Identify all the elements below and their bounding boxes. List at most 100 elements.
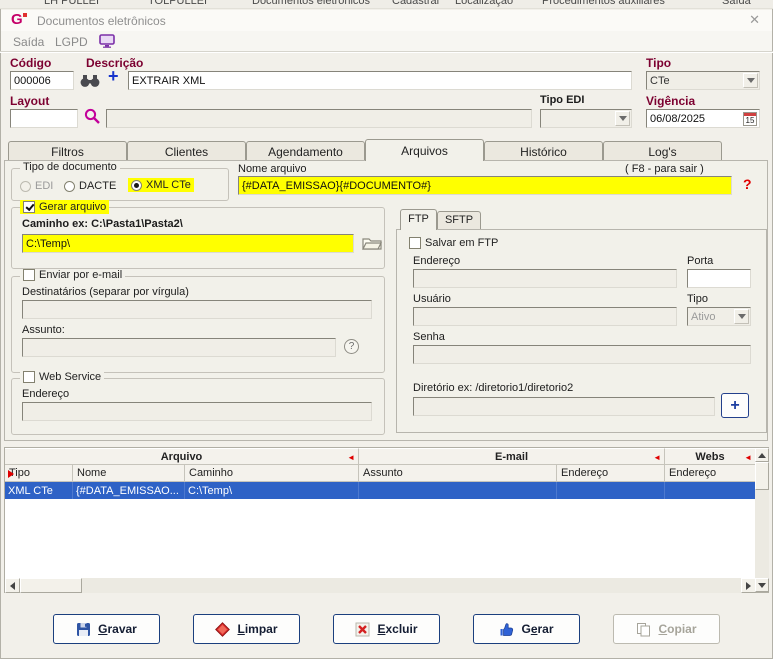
chevron-down-icon	[734, 309, 749, 324]
ftp-add-button[interactable]: +	[721, 393, 749, 418]
ftp-usuario-input[interactable]	[413, 307, 677, 326]
chevron-down-icon	[743, 73, 758, 88]
column-header-endereco-email[interactable]: Endereço	[557, 465, 665, 482]
destinatarios-label: Destinatários (separar por vírgula)	[22, 286, 189, 298]
scroll-left-icon[interactable]	[5, 578, 20, 593]
scrollbar-thumb[interactable]	[755, 462, 769, 490]
tipo-edi-select[interactable]	[540, 109, 632, 128]
column-header-nome[interactable]: Nome	[73, 465, 185, 482]
grid-group-webs[interactable]: Webs ◄	[665, 448, 756, 465]
webservice-groupbox: Web Service Endereço	[11, 371, 385, 435]
layout-description-field	[106, 109, 532, 128]
vertical-scrollbar[interactable]	[755, 448, 769, 592]
radio-edi[interactable]: EDI	[20, 180, 53, 192]
scroll-right-icon[interactable]	[741, 578, 756, 593]
layout-input[interactable]	[10, 109, 78, 128]
codigo-input[interactable]: 000006	[10, 71, 74, 90]
caminho-label: Caminho ex: C:\Pasta1\Pasta2\	[22, 218, 183, 230]
grid-group-arquivo[interactable]: Arquivo ◄	[5, 448, 359, 465]
monitor-icon[interactable]	[99, 34, 115, 48]
assunto-label: Assunto:	[22, 324, 65, 336]
grid-group-header-row: Arquivo ◄ E-mail ◄ Webs ◄	[5, 448, 768, 465]
chevron-down-icon	[615, 111, 630, 126]
email-groupbox: Enviar por e-mail Destinatários (separar…	[11, 269, 385, 373]
tab-filtros[interactable]: Filtros	[8, 141, 127, 160]
radio-xml-cte[interactable]: XML CTe	[128, 178, 194, 192]
question-help-icon[interactable]: ?	[344, 339, 359, 354]
ftp-porta-label: Porta	[687, 255, 714, 267]
table-row[interactable]: XML CTe {#DATA_EMISSAO... C:\Temp\	[5, 482, 768, 499]
tipo-label: Tipo	[646, 56, 672, 70]
ftp-porta-input[interactable]	[687, 269, 751, 288]
email-checkbox[interactable]: Enviar por e-mail	[20, 269, 126, 281]
scrollbar-track[interactable]	[755, 490, 769, 578]
tab-historico[interactable]: Histórico	[484, 141, 603, 160]
grid-group-email[interactable]: E-mail ◄	[359, 448, 665, 465]
checkbox-icon	[23, 201, 35, 213]
gravar-button[interactable]: Gravar	[53, 614, 160, 644]
add-record-button[interactable]: +	[108, 66, 119, 87]
radio-xml-cte-label: XML CTe	[146, 179, 191, 191]
layout-label: Layout	[10, 94, 50, 108]
radio-dacte[interactable]: DACTE	[64, 180, 116, 192]
gerar-button[interactable]: Gerar	[473, 614, 580, 644]
close-icon[interactable]: ✕	[749, 12, 760, 28]
scroll-down-icon[interactable]	[755, 578, 769, 592]
magnifier-search-icon[interactable]	[84, 108, 101, 125]
menu-bar: Saída LGPD	[1, 31, 772, 51]
column-header-endereco-web[interactable]: Endereço	[665, 465, 756, 482]
tipo-edi-label: Tipo EDI	[540, 94, 585, 106]
tab-ftp[interactable]: FTP	[400, 209, 437, 230]
ws-endereco-input[interactable]	[22, 402, 372, 421]
binoculars-search-icon[interactable]	[80, 74, 100, 88]
tipo-documento-legend: Tipo de documento	[20, 161, 120, 173]
scroll-up-icon[interactable]	[755, 448, 769, 462]
nome-arquivo-input[interactable]: {#DATA_EMISSAO}{#DOCUMENTO#}	[238, 176, 732, 195]
ftp-endereco-label: Endereço	[413, 255, 461, 267]
descricao-input[interactable]: EXTRAIR XML	[128, 71, 632, 90]
ftp-endereco-input[interactable]	[413, 269, 677, 288]
tab-logs[interactable]: Log's	[603, 141, 722, 160]
ftp-tipo-select[interactable]: Ativo	[687, 307, 751, 326]
row-indicator-icon	[8, 470, 14, 478]
cell-caminho: C:\Temp\	[185, 482, 359, 499]
ftp-senha-label: Senha	[413, 331, 445, 343]
destinatarios-input[interactable]	[22, 300, 372, 319]
column-header-tipo[interactable]: Tipo	[5, 465, 73, 482]
tipo-select[interactable]: CTe	[646, 71, 760, 90]
ftp-senha-input[interactable]	[413, 345, 751, 364]
ftp-diretorio-input[interactable]	[413, 397, 715, 416]
limpar-button[interactable]: Limpar	[193, 614, 300, 644]
webservice-checkbox[interactable]: Web Service	[20, 371, 105, 383]
copy-icon	[636, 622, 651, 637]
cell-endereco-web	[665, 482, 756, 499]
ftp-panel: Salvar em FTP Endereço Porta Usuário Tip…	[396, 229, 767, 433]
excluir-button[interactable]: Excluir	[333, 614, 440, 644]
tab-clientes[interactable]: Clientes	[127, 141, 246, 160]
menu-divider	[0, 51, 773, 53]
copiar-button[interactable]: Copiar	[613, 614, 720, 644]
window-title: Documentos eletrônicos	[37, 14, 166, 28]
calendar-icon[interactable]: 15	[743, 112, 757, 126]
help-icon[interactable]: ?	[743, 176, 752, 192]
menu-item-lgpd[interactable]: LGPD	[55, 35, 88, 49]
tab-arquivos[interactable]: Arquivos	[365, 139, 484, 161]
nome-arquivo-label: Nome arquivo	[238, 163, 307, 175]
horizontal-scrollbar[interactable]	[5, 578, 756, 593]
column-header-assunto[interactable]: Assunto	[359, 465, 557, 482]
tab-agendamento[interactable]: Agendamento	[246, 141, 365, 160]
column-header-caminho[interactable]: Caminho	[185, 465, 359, 482]
vigencia-date-input[interactable]: 06/08/2025 15	[646, 109, 760, 128]
sort-arrow-icon: ◄	[347, 453, 355, 462]
caminho-input[interactable]: C:\Temp\	[22, 234, 354, 253]
assunto-input[interactable]	[22, 338, 336, 357]
app-logo-icon: G	[11, 11, 27, 28]
menu-item-saida[interactable]: Saída	[13, 35, 44, 49]
scrollbar-thumb[interactable]	[20, 578, 82, 593]
tab-sftp[interactable]: SFTP	[437, 211, 481, 229]
salvar-ftp-checkbox[interactable]: Salvar em FTP	[409, 237, 498, 249]
gerar-arquivo-checkbox[interactable]: Gerar arquivo	[20, 200, 110, 214]
scrollbar-track[interactable]	[82, 578, 741, 593]
bg-fragment: Localização	[455, 0, 514, 7]
folder-browse-icon[interactable]	[362, 236, 382, 251]
